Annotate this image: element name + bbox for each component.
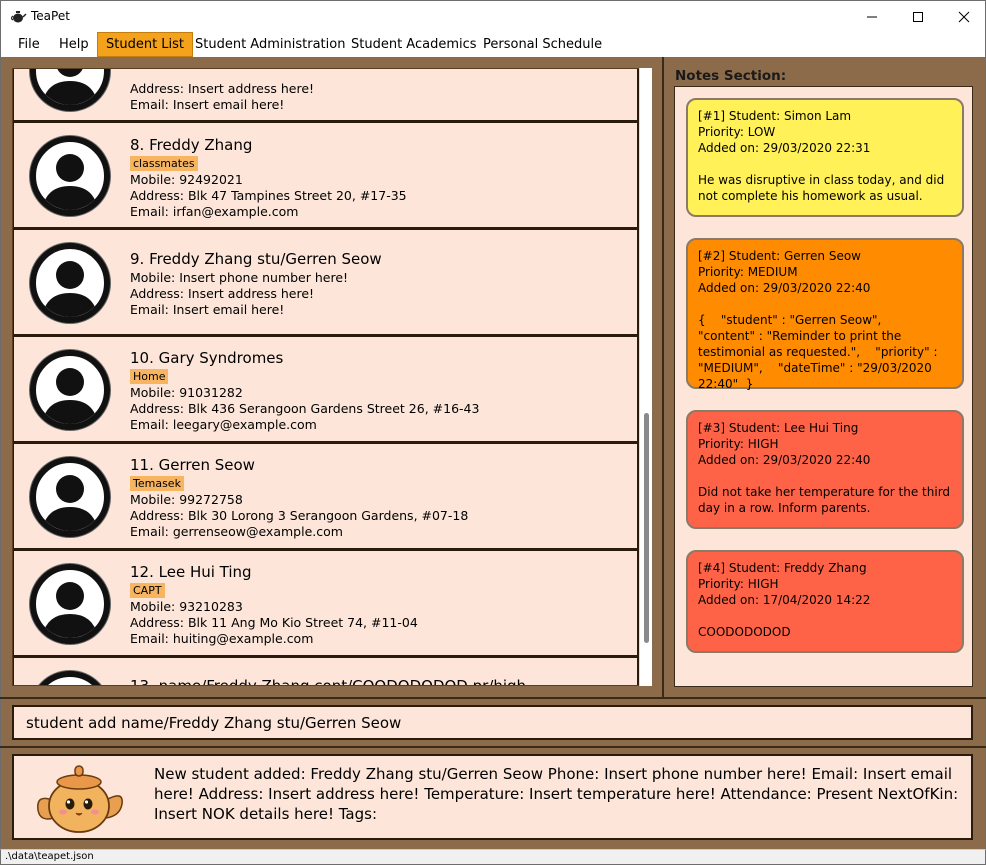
person-silhouette-icon: [42, 475, 98, 531]
student-name: 11. Gerren Seow: [130, 456, 255, 474]
person-silhouette-icon: [42, 154, 98, 210]
student-list-panel[interactable]: Address: Insert address here! Email: Ins…: [12, 68, 652, 686]
minimize-button[interactable]: [849, 1, 895, 32]
student-name: 12. Lee Hui Ting: [130, 563, 252, 581]
menu-help[interactable]: Help: [51, 32, 97, 57]
close-button[interactable]: [941, 1, 986, 32]
menu-bar: File Help Student List Student Administr…: [0, 32, 986, 57]
person-silhouette-icon: [42, 368, 98, 424]
notes-panel[interactable]: [#1] Student: Simon Lam Priority: LOW Ad…: [674, 86, 973, 687]
maximize-button[interactable]: [895, 1, 941, 32]
student-card[interactable]: 8. Freddy Zhang classmates Mobile: 92492…: [13, 121, 639, 229]
student-card-partial-top[interactable]: Address: Insert address here! Email: Ins…: [13, 69, 639, 122]
menu-student-list[interactable]: Student List: [97, 32, 194, 57]
person-silhouette-icon: [42, 261, 98, 317]
avatar: [30, 136, 110, 216]
student-mobile: Mobile: Insert phone number here!: [130, 270, 349, 285]
student-mobile: Mobile: 91031282: [130, 385, 243, 400]
student-email: Email: huiting@example.com: [130, 631, 314, 646]
teapot-app-icon: [10, 11, 27, 23]
note-card-high[interactable]: [#4] Student: Freddy Zhang Priority: HIG…: [686, 550, 964, 653]
student-address: Address: Blk 47 Tampines Street 20, #17-…: [130, 188, 407, 203]
avatar: [30, 564, 110, 644]
data-file-path: .\data\teapet.json: [5, 851, 94, 862]
avatar: [30, 69, 110, 111]
menu-personal-schedule[interactable]: Personal Schedule: [475, 32, 610, 57]
result-display: New student added: Freddy Zhang stu/Gerr…: [12, 754, 973, 840]
student-tag: Temasek: [130, 476, 184, 491]
command-input[interactable]: student add name/Freddy Zhang stu/Gerren…: [12, 705, 973, 740]
student-email: Email: Insert email here!: [130, 302, 285, 317]
minimize-icon: [867, 16, 877, 17]
person-silhouette-icon: [42, 582, 98, 638]
maximize-icon: [913, 11, 923, 22]
student-email: Email: leegary@example.com: [130, 417, 317, 432]
command-input-value: student add name/Freddy Zhang stu/Gerren…: [26, 714, 402, 732]
horizontal-divider: [0, 697, 986, 699]
student-card-partial-bottom[interactable]: 13. name/Freddy Zhang cont/COODODODOD pr…: [13, 656, 639, 686]
avatar: [30, 350, 110, 430]
scrollbar-thumb[interactable]: [644, 413, 649, 643]
menu-student-administration[interactable]: Student Administration: [187, 32, 353, 57]
menu-student-academics[interactable]: Student Academics: [343, 32, 485, 57]
student-email: Email: Insert email here!: [130, 97, 285, 112]
student-email: Email: gerrenseow@example.com: [130, 524, 343, 539]
student-card[interactable]: 10. Gary Syndromes Home Mobile: 91031282…: [13, 335, 639, 443]
student-mobile: Mobile: 93210283: [130, 599, 243, 614]
student-mobile: Mobile: 99272758: [130, 492, 243, 507]
menu-file[interactable]: File: [10, 32, 48, 57]
student-name: 13. name/Freddy Zhang cont/COODODODOD pr…: [130, 677, 527, 686]
person-silhouette-icon: [36, 677, 104, 686]
note-card-medium[interactable]: [#2] Student: Gerren Seow Priority: MEDI…: [686, 238, 964, 391]
student-address: Address: Insert address here!: [130, 81, 315, 96]
student-card[interactable]: 11. Gerren Seow Temasek Mobile: 99272758…: [13, 442, 639, 550]
student-address: Address: Insert address here!: [130, 286, 315, 301]
student-name: 9. Freddy Zhang stu/Gerren Seow: [130, 250, 382, 268]
title-bar: TeaPet: [0, 0, 986, 32]
status-bar: .\data\teapet.json: [0, 849, 986, 865]
student-tag: classmates: [130, 156, 198, 171]
student-address: Address: Blk 436 Serangoon Gardens Stree…: [130, 401, 480, 416]
student-email: Email: irfan@example.com: [130, 204, 299, 219]
student-tag: Home: [130, 369, 169, 384]
student-name: 8. Freddy Zhang: [130, 136, 253, 154]
student-mobile: Mobile: 92492021: [130, 172, 243, 187]
result-message: New student added: Freddy Zhang stu/Gerr…: [154, 765, 959, 823]
student-address: Address: Blk 11 Ang Mo Kio Street 74, #1…: [130, 615, 418, 630]
note-card-high[interactable]: [#3] Student: Lee Hui Ting Priority: HIG…: [686, 410, 964, 529]
avatar: [30, 671, 110, 686]
avatar: [30, 243, 110, 323]
person-silhouette-icon: [42, 69, 98, 105]
notes-section-title: Notes Section:: [675, 68, 787, 84]
student-name: 10. Gary Syndromes: [130, 349, 284, 367]
student-card[interactable]: 12. Lee Hui Ting CAPT Mobile: 93210283 A…: [13, 549, 639, 657]
vertical-divider[interactable]: [662, 57, 664, 697]
window-title: TeaPet: [31, 9, 70, 23]
note-card-low[interactable]: [#1] Student: Simon Lam Priority: LOW Ad…: [686, 98, 964, 217]
student-tag: CAPT: [130, 583, 165, 598]
avatar: [30, 457, 110, 537]
close-icon: [958, 11, 970, 22]
horizontal-divider: [0, 746, 986, 748]
student-list-scrollbar[interactable]: [639, 68, 652, 686]
student-address: Address: Blk 30 Lorong 3 Serangoon Garde…: [130, 508, 469, 523]
teapot-mascot-icon: [37, 765, 123, 833]
student-card[interactable]: 9. Freddy Zhang stu/Gerren Seow Mobile: …: [13, 228, 639, 336]
